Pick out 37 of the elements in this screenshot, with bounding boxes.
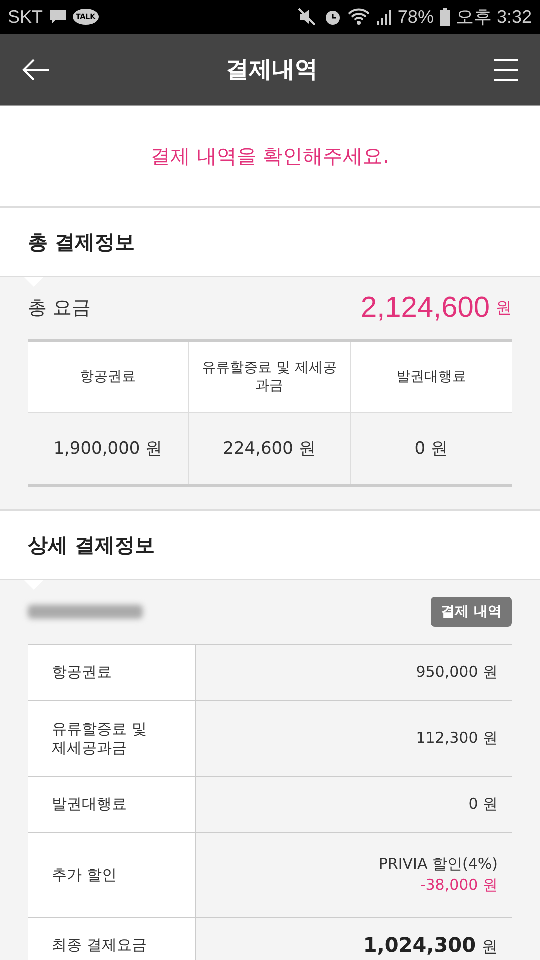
notice-text: 결제 내역을 확인해주세요. — [150, 142, 390, 170]
section-title: 상세 결제정보 — [28, 532, 155, 558]
back-arrow-icon[interactable] — [22, 58, 50, 80]
row-label: 유류할증료 및 제세공과금 — [52, 720, 147, 758]
signal-icon — [376, 8, 392, 26]
battery-percent: 78% — [398, 6, 434, 28]
row-value: 0 원 — [468, 795, 498, 814]
currency-unit: 원 — [482, 937, 498, 958]
battery-icon — [440, 8, 450, 26]
row-label: 항공권료 — [52, 663, 112, 682]
clock-time: 오후 3:32 — [456, 6, 532, 29]
row-value: 112,300 원 — [416, 729, 498, 748]
table-cell-text: 224,600 원 — [223, 438, 316, 460]
mute-icon — [298, 8, 318, 26]
table-cell-text: 1,900,000 원 — [54, 438, 163, 460]
section-title: 총 결제정보 — [28, 228, 135, 256]
wifi-icon — [348, 8, 370, 26]
screen-title: 결제내역 — [226, 56, 318, 85]
status-badge: 결제 내역 — [431, 597, 512, 627]
alarm-icon — [324, 8, 342, 26]
menu-icon[interactable] — [494, 58, 518, 80]
column-header: 항공권료 — [80, 368, 136, 386]
row-label: 추가 할인 — [52, 866, 117, 884]
final-amount: 1,024,300 — [363, 933, 476, 957]
column-header: 유류할증료 및 제세공과금 — [201, 359, 338, 395]
table-cell-text: 0 원 — [414, 438, 448, 460]
carrier-name: SKT — [8, 6, 44, 28]
discount-amount: -38,000 원 — [420, 876, 498, 895]
discount-name: PRIVIA 할인(4%) — [378, 855, 498, 874]
column-header: 발권대행료 — [396, 368, 466, 386]
row-label: 발권대행료 — [52, 795, 127, 814]
row-label: 최종 결제요금 — [52, 936, 147, 955]
row-value: 950,000 원 — [416, 663, 498, 682]
total-amount: 2,124,600 — [360, 292, 490, 324]
total-label: 총 요금 — [28, 296, 92, 321]
currency-unit: 원 — [496, 298, 512, 318]
message-icon — [49, 9, 68, 25]
